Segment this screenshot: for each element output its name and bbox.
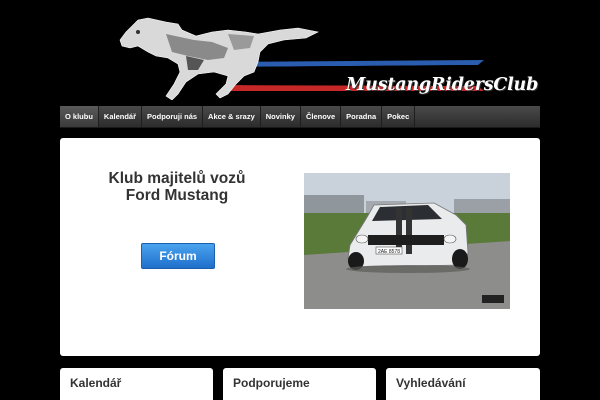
- nav-item-novinky[interactable]: Novinky: [261, 106, 301, 127]
- nav-item-kalendar[interactable]: Kalendář: [99, 106, 143, 127]
- forum-button[interactable]: Fórum: [141, 243, 215, 269]
- search-widget: Vyhledávání: [386, 368, 540, 400]
- logo-text: MustangRidersClub: [346, 75, 539, 95]
- support-widget: Podporujeme: [223, 368, 376, 400]
- calendar-widget: Kalendář: [60, 368, 213, 400]
- support-widget-title: Podporujeme: [233, 376, 310, 390]
- main-panel: Klub majitelů vozů Ford Mustang Fórum 2A…: [60, 138, 540, 356]
- main-nav: O klubu Kalendář Podporuji nás Akce & sr…: [60, 106, 540, 128]
- mustang-car-photo: 2AE 8578: [304, 173, 510, 309]
- search-widget-title: Vyhledávání: [396, 376, 466, 390]
- nav-item-podporuji-nas[interactable]: Podporuji nás: [142, 106, 204, 127]
- nav-item-clenove[interactable]: Členove: [301, 106, 342, 127]
- page-title: Klub majitelů vozů Ford Mustang: [90, 170, 264, 204]
- calendar-widget-title: Kalendář: [70, 376, 122, 390]
- title-line-1: Klub majitelů vozů: [108, 170, 246, 187]
- site-logo[interactable]: MustangRidersClub: [108, 12, 538, 101]
- title-line-2: Ford Mustang: [125, 187, 229, 204]
- nav-item-o-klubu[interactable]: O klubu: [60, 106, 99, 127]
- nav-item-akce-srazy[interactable]: Akce & srazy: [203, 106, 261, 127]
- license-plate: 2AE 8578: [378, 249, 400, 255]
- nav-item-poradna[interactable]: Poradna: [341, 106, 383, 127]
- site-header: MustangRidersClub: [0, 0, 600, 104]
- nav-item-pokec[interactable]: Pokec: [382, 106, 416, 127]
